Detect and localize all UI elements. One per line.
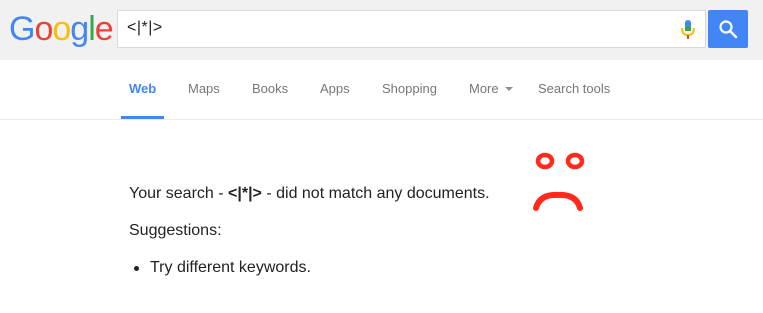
message-suffix: - did not match any documents.	[261, 185, 490, 202]
tab-more[interactable]: More	[469, 81, 513, 119]
tab-label: Books	[252, 81, 289, 96]
message-prefix: Your search -	[129, 185, 229, 202]
microphone-icon[interactable]	[680, 19, 696, 41]
tab-apps[interactable]: Apps	[320, 81, 350, 119]
tab-shopping[interactable]: Shopping	[382, 81, 437, 119]
tab-label: More	[469, 81, 499, 96]
search-input[interactable]: <|*|>	[117, 10, 706, 48]
search-nav-bar: Web Maps Books Apps Shopping More Search…	[0, 60, 763, 120]
tab-label: Maps	[188, 81, 220, 96]
logo-letter: e	[94, 10, 114, 48]
logo-letter: g	[70, 10, 89, 48]
bullet-icon	[134, 266, 139, 271]
no-match-text: Your search - <|*|> - did not match any …	[129, 184, 490, 204]
search-icon	[719, 20, 738, 39]
sad-face-icon	[533, 152, 585, 211]
tab-label: Web	[129, 81, 157, 96]
tab-books[interactable]: Books	[252, 81, 288, 119]
tab-label: Apps	[320, 81, 350, 96]
suggestion-item: Try different keywords.	[129, 258, 490, 278]
tab-search-tools[interactable]: Search tools	[538, 81, 610, 119]
suggestion-text: Try different keywords.	[150, 259, 311, 276]
google-logo[interactable]: Google	[9, 9, 114, 49]
logo-letter: o	[34, 10, 53, 48]
caret-down-icon	[504, 87, 513, 91]
suggestions-heading: Suggestions:	[129, 222, 222, 239]
logo-letter: o	[52, 10, 71, 48]
search-button[interactable]	[708, 10, 748, 48]
no-results-message: Your search - <|*|> - did not match any …	[129, 184, 490, 278]
tab-label: Shopping	[382, 81, 437, 96]
tab-web[interactable]: Web	[121, 81, 164, 119]
tab-label: Search tools	[538, 81, 611, 96]
logo-letter: G	[9, 10, 35, 48]
message-query: <|*|>	[228, 185, 262, 202]
top-header: Google <|*|>	[0, 0, 763, 60]
tab-maps[interactable]: Maps	[188, 81, 220, 119]
search-query-text: <|*|>	[127, 19, 163, 36]
